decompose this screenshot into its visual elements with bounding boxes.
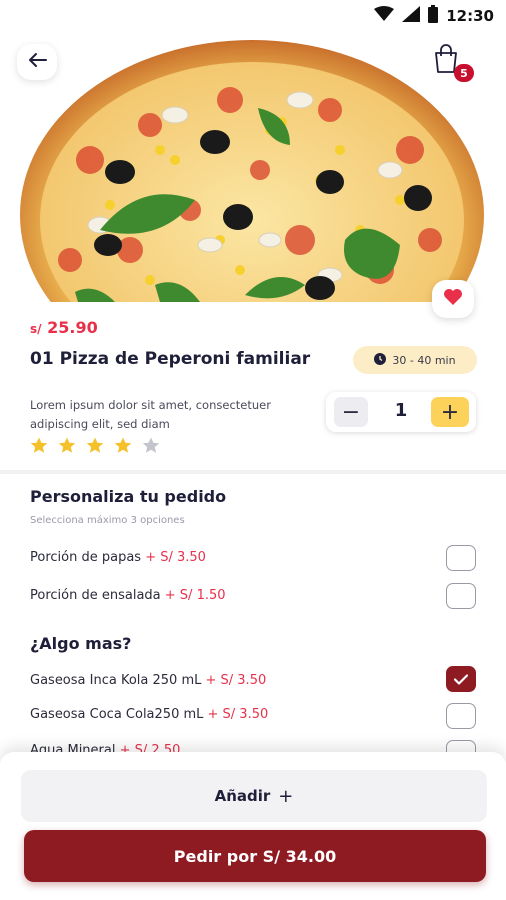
battery-icon <box>428 5 439 27</box>
section-divider <box>0 470 506 474</box>
extras-title: ¿Algo mas? <box>30 634 132 653</box>
option-label-coca-cola: Gaseosa Coca Cola250 mL + S/ 3.50 <box>30 707 268 722</box>
heart-icon <box>443 288 463 310</box>
price-value: 25.90 <box>47 318 98 337</box>
delivery-time-badge: 30 - 40 min <box>353 346 477 374</box>
checkbox-papas[interactable] <box>446 545 476 571</box>
order-button[interactable]: Pedir por S/ 34.00 <box>24 830 486 882</box>
product-image <box>0 30 506 302</box>
increase-quantity-button[interactable]: + <box>431 397 469 427</box>
rating-stars <box>30 437 160 458</box>
quantity-value: 1 <box>394 400 408 421</box>
plus-icon: + <box>278 785 294 807</box>
status-bar: 12:30 <box>0 0 506 30</box>
option-name: Porción de papas <box>30 550 142 565</box>
price-currency: s/ <box>30 322 42 336</box>
option-name: Gaseosa Coca Cola250 mL <box>30 707 204 722</box>
customize-title: Personaliza tu pedido <box>30 487 227 506</box>
star-icon <box>30 437 48 458</box>
option-name: Porción de ensalada <box>30 588 161 603</box>
delivery-time-text: 30 - 40 min <box>392 353 456 367</box>
product-price: s/ 25.90 <box>30 318 98 337</box>
signal-icon <box>402 6 421 26</box>
option-label-ensalada: Porción de ensalada + S/ 1.50 <box>30 588 226 603</box>
star-icon <box>114 437 132 458</box>
star-icon <box>142 437 160 458</box>
product-description: Lorem ipsum dolor sit amet, consectetuer… <box>30 398 271 431</box>
add-button-label: Añadir <box>214 787 271 805</box>
status-time: 12:30 <box>446 7 494 25</box>
option-price: + S/ 3.50 <box>145 550 206 565</box>
clock-icon <box>374 352 387 368</box>
option-price: + S/ 3.50 <box>205 673 267 688</box>
star-icon <box>58 437 76 458</box>
checkbox-ensalada[interactable] <box>446 583 476 609</box>
favorite-button[interactable] <box>432 280 474 318</box>
add-to-cart-button[interactable]: Añadir + <box>21 770 487 822</box>
wifi-icon <box>374 6 395 26</box>
cart-button[interactable]: 5 <box>432 44 474 84</box>
option-price: + S/ 1.50 <box>164 588 226 603</box>
cart-count-badge: 5 <box>454 64 474 82</box>
option-label-papas: Porción de papas + S/ 3.50 <box>30 550 206 565</box>
checkbox-coca-cola[interactable] <box>446 703 476 729</box>
status-icons: 12:30 <box>374 5 494 27</box>
checkbox-inca-kola[interactable] <box>446 666 476 692</box>
option-price: + S/ 3.50 <box>207 707 269 722</box>
product-title: 01 Pizza de Peperoni familiar <box>30 349 311 369</box>
star-icon <box>86 437 104 458</box>
checkmark-icon <box>453 670 469 689</box>
option-label-inca-kola: Gaseosa Inca Kola 250 mL + S/ 3.50 <box>30 673 266 688</box>
arrow-left-icon <box>27 52 47 72</box>
customize-subtitle: Selecciona máximo 3 opciones <box>30 515 185 526</box>
decrease-quantity-button[interactable]: − <box>334 397 368 427</box>
quantity-stepper: − 1 + <box>326 392 476 432</box>
back-button[interactable] <box>17 44 57 80</box>
option-name: Gaseosa Inca Kola 250 mL <box>30 673 202 688</box>
pizza-illustration <box>20 40 484 302</box>
